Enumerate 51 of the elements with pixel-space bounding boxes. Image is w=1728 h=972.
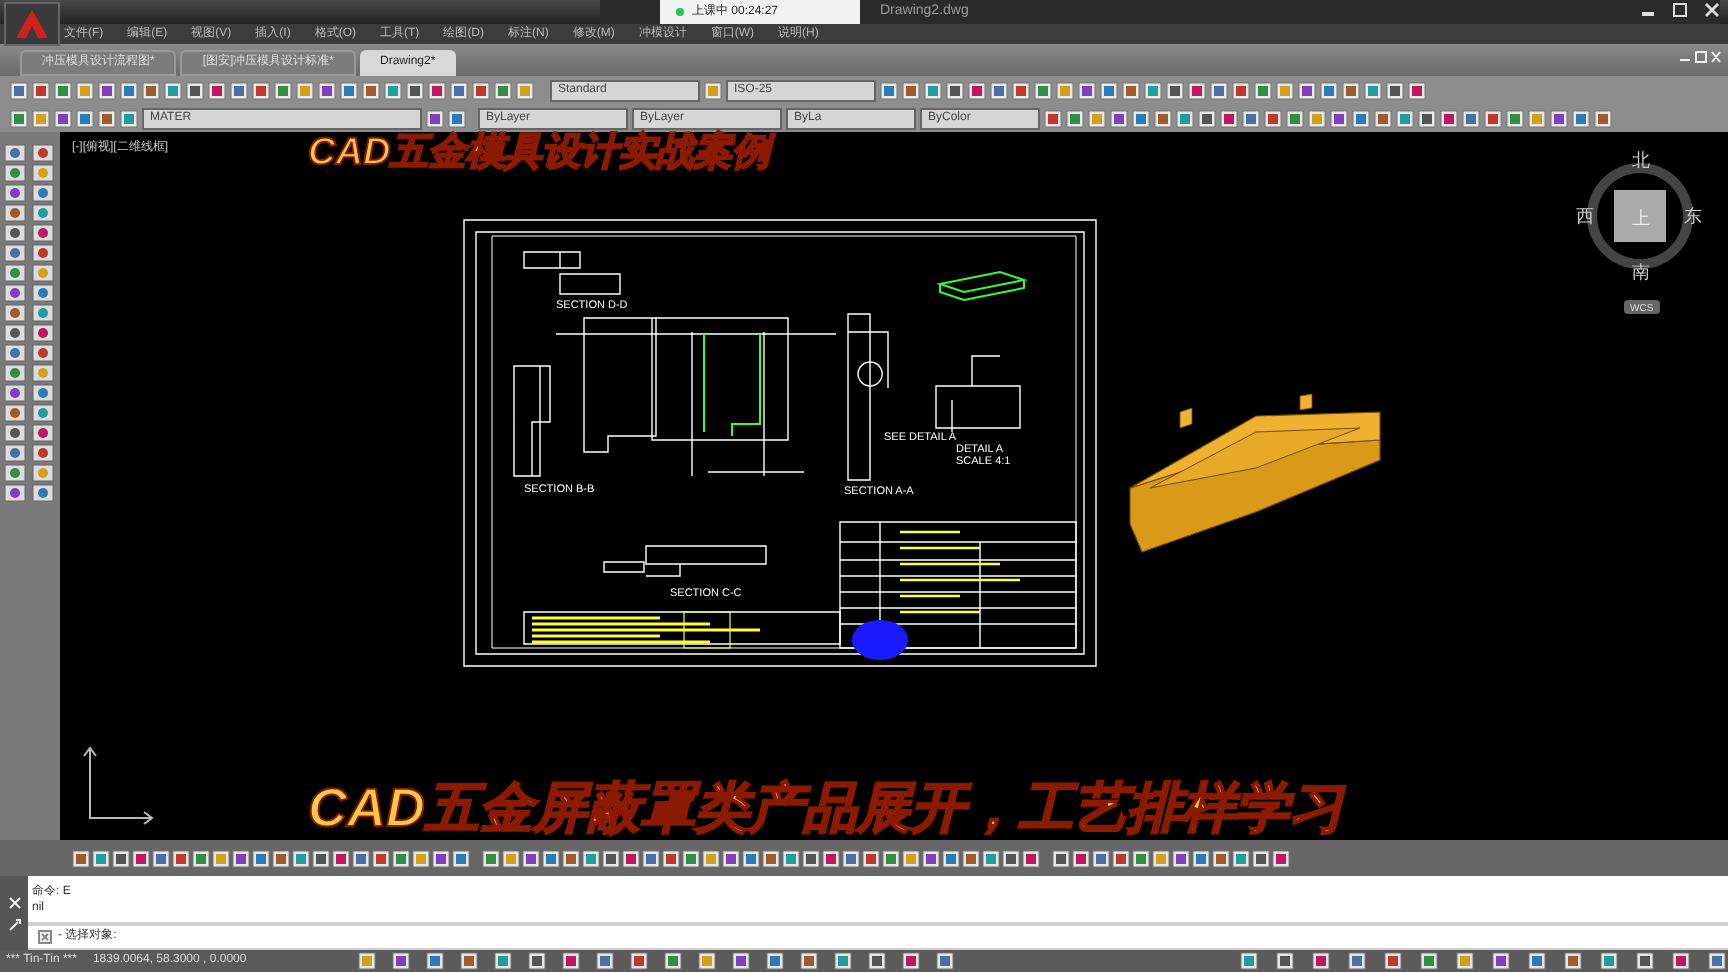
draw-tool-icon[interactable] [31,324,53,342]
toolbar-icon[interactable] [704,81,722,99]
draw-tool-icon[interactable] [31,404,53,422]
draw-tool-icon[interactable] [31,344,53,362]
draw-tool-icon[interactable] [31,464,53,482]
window-controls-icon[interactable] [1678,50,1722,64]
draw-tool-icon[interactable] [4,264,26,282]
compass-label[interactable]: 西 [1576,206,1594,226]
draw-tool-icon[interactable] [4,304,26,322]
draw-tool-icon[interactable] [31,364,53,382]
draw-tool-icon[interactable] [31,424,53,442]
draw-tool-icon[interactable] [4,464,26,482]
draw-tool-icon[interactable] [4,284,26,302]
draw-tool-icon[interactable] [4,384,26,402]
draw-tool-icon[interactable] [31,224,53,242]
draw-tool-icon[interactable] [31,184,53,202]
draw-tool-icon[interactable] [4,144,26,162]
draw-tool-icon[interactable] [4,184,26,202]
draw-tool-icon[interactable] [4,324,26,342]
draw-tool-icon[interactable] [4,444,26,462]
draw-tool-icon[interactable] [31,244,53,262]
draw-tool-icon[interactable] [4,224,26,242]
draw-tool-icon[interactable] [4,204,26,222]
draw-tool-icon[interactable] [31,384,53,402]
ucs-axis-icon [83,746,154,825]
draw-tool-icon[interactable] [31,264,53,282]
draw-tool-icon[interactable] [4,424,26,442]
draw-tool-icon[interactable] [4,164,26,182]
draw-tool-icon[interactable] [31,444,53,462]
compass-label[interactable]: 南 [1632,262,1650,282]
command-icon [38,930,52,944]
draw-tool-icon[interactable] [4,344,26,362]
ucs-menu-background[interactable] [1624,300,1660,314]
draw-tool-icon[interactable] [31,284,53,302]
draw-tool-icon[interactable] [4,364,26,382]
maximize-icon[interactable] [1672,2,1688,18]
draw-tool-icon[interactable] [4,484,26,502]
draw-tool-icon[interactable] [4,244,26,262]
video-caption: CAD五金屏蔽罩类产品展开，工艺排样学习 [308,776,1343,842]
draw-tool-icon[interactable] [31,484,53,502]
draw-tool-icon[interactable] [31,164,53,182]
draw-tool-icon[interactable] [31,204,53,222]
video-caption: CAD五金模具设计实战案例 [308,128,771,178]
close-icon[interactable] [7,895,21,909]
draw-tool-icon[interactable] [31,144,53,162]
compass-label[interactable]: 北 [1632,150,1650,170]
close-icon[interactable] [1704,2,1720,18]
compass-label[interactable]: 东 [1684,206,1702,226]
draw-tool-icon[interactable] [31,304,53,322]
app-logo-icon [14,8,50,40]
draw-tool-icon[interactable] [4,404,26,422]
